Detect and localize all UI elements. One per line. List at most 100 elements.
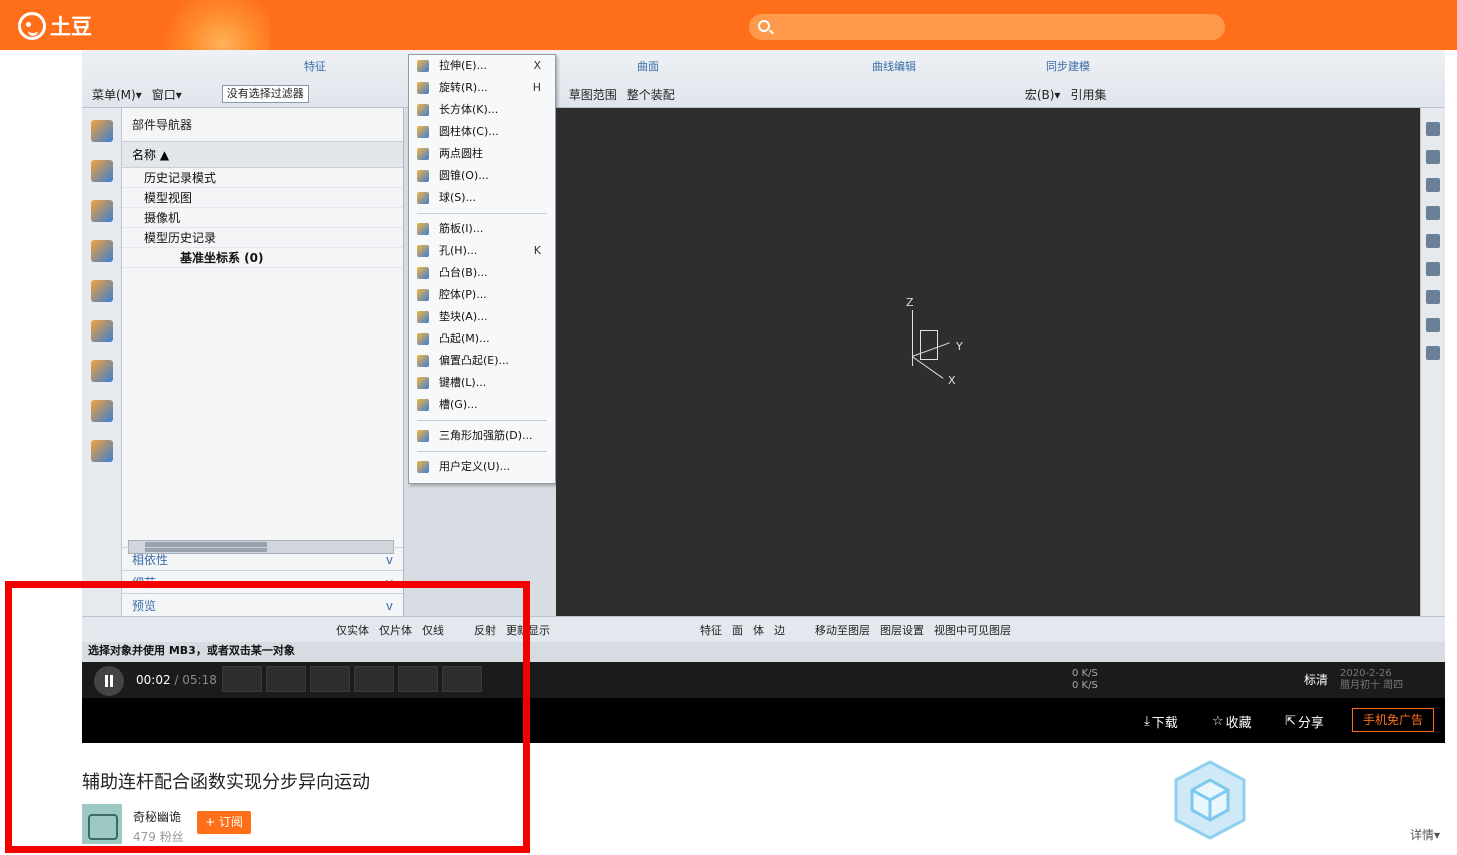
menu-item: 凸台(B)...: [409, 262, 555, 284]
resource-icon: [90, 120, 113, 142]
axis-z-label: Z: [906, 296, 914, 309]
resource-icon: [90, 320, 113, 342]
menu-item: 筋板(I)...: [409, 218, 555, 240]
menu-separator: [417, 213, 547, 214]
tree-row: 模型历史记录: [122, 228, 403, 248]
part-navigator: 部件导航器 名称 ▲ 历史记录模式 模型视图 摄像机 模型历史记录 基准坐标系 …: [122, 108, 404, 616]
menu-item: 圆锥(O)...: [409, 165, 555, 187]
navigator-column-header: 名称 ▲: [122, 141, 403, 168]
share-button[interactable]: ⇱ 分享: [1285, 712, 1324, 731]
menu-item: 旋转(R)... H: [409, 77, 555, 99]
resource-icon: [90, 160, 113, 182]
menu-separator: [417, 451, 547, 452]
cad-viewport: Z Y X: [556, 108, 1420, 616]
tool-icon: [1426, 346, 1440, 360]
highlight-box: [5, 581, 530, 853]
menu-item: 球(S)...: [409, 187, 555, 209]
resource-bar: [82, 108, 122, 616]
share-icon: ⇱: [1285, 714, 1296, 729]
logo-face-icon: [18, 12, 46, 40]
cube-logo-icon: [1174, 760, 1246, 840]
search-icon[interactable]: [758, 20, 770, 32]
menu-item: 圆柱体(C)...: [409, 121, 555, 143]
resource-icon: [90, 240, 113, 262]
window-button: 窗口▾: [151, 87, 182, 102]
bottom-toolbar-item: 图层设置: [880, 623, 924, 637]
macro-button: 宏(B)▾: [1024, 87, 1061, 102]
tool-icon: [1426, 206, 1440, 220]
bottom-toolbar-item: 边: [774, 623, 785, 637]
cad-toolbar: 菜单(M)▾ 窗口▾ 没有选择过滤器 草图范围 整个装配 宏(B)▾ 引用集: [82, 83, 1106, 105]
menu-item: 拉伸(E)... X: [409, 55, 555, 77]
whole-assembly: 整个装配: [626, 87, 675, 102]
right-toolbar: [1420, 108, 1445, 616]
network-speed: 0 K/S 0 K/S: [1072, 668, 1098, 691]
bottom-toolbar-item: 体: [753, 623, 764, 637]
menu-item: 三角形加强筋(D)...: [409, 425, 555, 447]
system-clock: 2020-2-26 腊月初十 周四: [1340, 668, 1404, 691]
search-input[interactable]: [779, 14, 1209, 40]
ribbon-group-curve-edit: 曲线编辑: [872, 60, 916, 73]
tree-row: 历史记录模式: [122, 168, 403, 188]
feature-dropdown-menu: 拉伸(E)... X 旋转(R)... H 长方体(K)... 圆柱体(C)... 两点圆柱…: [408, 54, 556, 484]
selection-filter: 没有选择过滤器: [221, 85, 309, 103]
resource-icon: [90, 360, 113, 382]
sketch-range: 草图范围: [568, 87, 617, 102]
tool-icon: [1426, 262, 1440, 276]
tool-icon: [1426, 150, 1440, 164]
site-header: 土豆: [0, 0, 1457, 50]
menu-item: 用户定义(U)...: [409, 456, 555, 478]
resource-icon: [90, 200, 113, 222]
detail-toggle[interactable]: 详情▾: [1410, 826, 1440, 843]
menu-separator: [417, 420, 547, 421]
navigator-title: 部件导航器: [132, 118, 193, 132]
bottom-toolbar-item: 移动至图层: [815, 623, 870, 637]
menu-item: 垫块(A)...: [409, 306, 555, 328]
menu-item: 两点圆柱: [409, 143, 555, 165]
menu-button: 菜单(M)▾: [92, 87, 142, 102]
quality-button[interactable]: 标清: [1304, 671, 1328, 688]
site-logo[interactable]: 土豆: [18, 11, 92, 41]
ribbon-group-feature: 特征: [304, 60, 326, 73]
download-icon: ⤓: [1144, 714, 1150, 729]
menu-item: 键槽(L)...: [409, 372, 555, 394]
menu-shortcut: H: [532, 81, 541, 94]
bottom-toolbar-item: 视图中可见图层: [934, 623, 1011, 637]
logo-text: 土豆: [50, 15, 92, 39]
header-decoration: [150, 0, 270, 50]
menu-item: 孔(H)... K: [409, 240, 555, 262]
star-icon: ☆: [1212, 714, 1224, 729]
tool-icon: [1426, 178, 1440, 192]
tool-icon: [1426, 318, 1440, 332]
favorite-button[interactable]: ☆ 收藏: [1212, 712, 1252, 731]
section-dependency: 相依性 v: [122, 547, 403, 570]
coordinate-axes: Z Y X: [906, 296, 966, 387]
axis-y-label: Y: [956, 340, 963, 353]
tool-icon: [1426, 290, 1440, 304]
tree-row: 模型视图: [122, 188, 403, 208]
menu-item: 腔体(P)...: [409, 284, 555, 306]
cad-ribbon: 特征 曲面 曲线编辑 同步建模 菜单(M)▾ 窗口▾ 没有选择过滤器 草图范围 …: [82, 50, 1445, 108]
menu-item: 槽(G)...: [409, 394, 555, 416]
reference-set: 引用集: [1070, 87, 1107, 102]
tree-row: 基准坐标系 (0): [122, 248, 403, 268]
menu-shortcut: X: [533, 59, 541, 72]
axis-x-label: X: [948, 374, 956, 387]
resource-icon: [90, 280, 113, 302]
bottom-toolbar-item: 特征: [700, 623, 722, 637]
resource-icon: [90, 440, 113, 462]
tool-icon: [1426, 234, 1440, 248]
tree-row: 摄像机: [122, 208, 403, 228]
menu-item: 长方体(K)...: [409, 99, 555, 121]
ad-free-button[interactable]: 手机免广告: [1352, 708, 1434, 732]
tool-icon: [1426, 122, 1440, 136]
ribbon-group-surface: 曲面: [637, 60, 659, 73]
ribbon-group-sync-model: 同步建模: [1046, 60, 1090, 73]
menu-item: 偏置凸起(E)...: [409, 350, 555, 372]
search-bar[interactable]: [749, 14, 1225, 40]
menu-shortcut: K: [533, 244, 541, 257]
resource-icon: [90, 400, 113, 422]
menu-item: 凸起(M)...: [409, 328, 555, 350]
bottom-toolbar-item: 面: [732, 623, 743, 637]
download-button[interactable]: ⤓ 下载: [1144, 712, 1178, 731]
